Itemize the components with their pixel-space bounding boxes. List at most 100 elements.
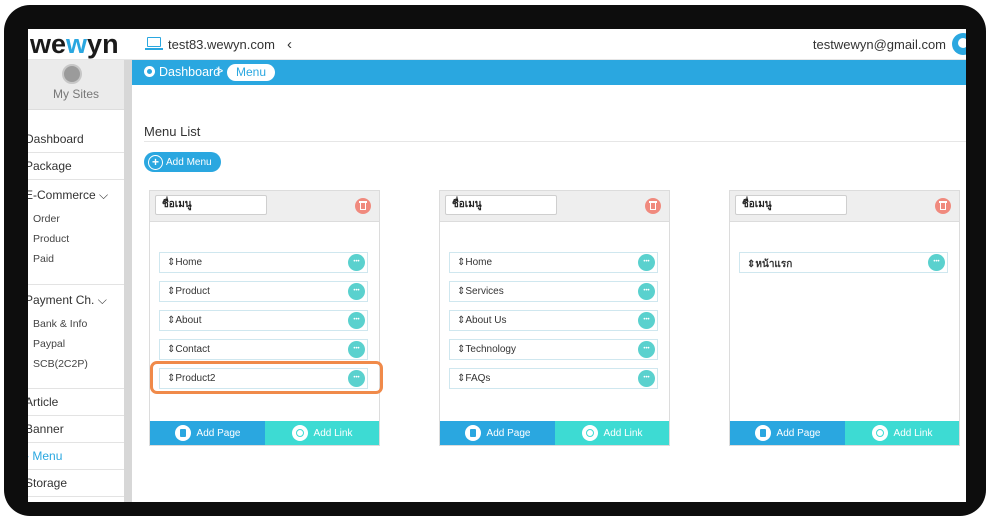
breadcrumb-dashboard[interactable]: Dashboard: [159, 65, 220, 79]
menu-item-label: ⇕Technology: [457, 344, 516, 355]
more-options-icon[interactable]: [638, 254, 655, 271]
globe-icon: [62, 64, 82, 84]
more-options-icon[interactable]: [348, 341, 365, 358]
monitor-icon: [145, 37, 163, 51]
more-options-icon[interactable]: [638, 341, 655, 358]
site-selector[interactable]: test83.wewyn.com ‹: [145, 35, 292, 53]
breadcrumb-current: Menu: [227, 64, 276, 81]
divider: [28, 284, 124, 285]
menu-card-header: ชื่อเมนู: [730, 191, 959, 222]
breadcrumb-separator: >: [216, 64, 224, 78]
menu-card: ชื่อเมนู ⇕Home ⇕Product ⇕About ⇕Contact …: [149, 190, 383, 446]
menu-item[interactable]: ⇕หน้าแรก: [739, 252, 948, 273]
divider: [28, 496, 124, 497]
page-title: Menu List: [144, 124, 201, 139]
menu-item[interactable]: ⇕Technology: [449, 339, 658, 360]
my-sites-label: My Sites: [52, 87, 99, 101]
sidebar-scrollbar[interactable]: [124, 60, 132, 502]
plus-icon: +: [148, 154, 163, 170]
menu-item[interactable]: ⇕Services: [449, 281, 658, 302]
menu-item-label: ⇕Product: [167, 286, 210, 297]
user-email[interactable]: testwewyn@gmail.com: [813, 37, 946, 52]
more-options-icon[interactable]: [348, 312, 365, 329]
divider: [144, 141, 966, 142]
divider: [28, 152, 124, 153]
device-frame: wewyn test83.wewyn.com ‹ testwewyn@gmail…: [4, 5, 986, 516]
sidebar-item-menu[interactable]: › Menu: [28, 449, 62, 463]
menu-item[interactable]: ⇕Contact: [159, 339, 368, 360]
menu-item[interactable]: ⇕Home: [159, 252, 368, 273]
delete-menu-icon[interactable]: [355, 198, 371, 214]
add-page-icon: [464, 425, 481, 441]
site-domain: test83.wewyn.com: [168, 36, 275, 52]
menu-item[interactable]: ⇕Home: [449, 252, 658, 273]
add-link-button[interactable]: Add Link: [845, 421, 959, 445]
app-screen: wewyn test83.wewyn.com ‹ testwewyn@gmail…: [28, 29, 966, 502]
sidebar-item-dashboard[interactable]: Dashboard: [28, 132, 84, 146]
menu-name-input[interactable]: ชื่อเมนู: [735, 195, 847, 215]
delete-menu-icon[interactable]: [935, 198, 951, 214]
menu-item[interactable]: ⇕About Us: [449, 310, 658, 331]
add-page-icon: [174, 425, 191, 441]
divider: [28, 388, 124, 389]
menu-item-label: ⇕Home: [167, 257, 203, 268]
add-page-button[interactable]: Add Page: [730, 421, 845, 445]
add-link-button[interactable]: Add Link: [265, 421, 379, 445]
sidebar-item-scb[interactable]: SCB(2C2P): [33, 358, 88, 370]
sidebar-item-bank-info[interactable]: Bank & Info: [33, 318, 87, 330]
add-link-button[interactable]: Add Link: [555, 421, 669, 445]
divider: [28, 415, 124, 416]
sidebar-item-storage[interactable]: Storage: [28, 476, 67, 490]
menu-item[interactable]: ⇕About: [159, 310, 368, 331]
sidebar: My Sites Dashboard Package E-Commerce ⌵ …: [28, 60, 132, 502]
menu-item[interactable]: ⇕FAQs: [449, 368, 658, 389]
divider: [28, 442, 124, 443]
sidebar-item-package[interactable]: Package: [28, 159, 72, 173]
breadcrumb: Dashboard > Menu: [132, 60, 966, 85]
divider: [28, 179, 124, 180]
more-options-icon[interactable]: [638, 312, 655, 329]
my-sites-button[interactable]: My Sites: [28, 60, 124, 110]
sidebar-item-product[interactable]: Product: [33, 233, 69, 245]
sidebar-item-banner[interactable]: Banner: [28, 422, 64, 436]
more-options-icon[interactable]: [928, 254, 945, 271]
sidebar-item-ecommerce[interactable]: E-Commerce ⌵: [28, 188, 108, 203]
top-bar: wewyn test83.wewyn.com ‹ testwewyn@gmail…: [28, 29, 966, 60]
add-link-icon: [581, 425, 598, 441]
menu-card-header: ชื่อเมนู: [440, 191, 669, 222]
add-link-icon: [871, 425, 888, 441]
menu-card: ชื่อเมนู ⇕หน้าแรก Add Page Add Link: [729, 190, 960, 446]
collapse-sidebar-button[interactable]: ‹: [287, 36, 292, 53]
sidebar-item-order[interactable]: Order: [33, 213, 60, 225]
more-options-icon[interactable]: [348, 254, 365, 271]
add-page-button[interactable]: Add Page: [440, 421, 555, 445]
add-page-icon: [754, 425, 771, 441]
menu-card-header: ชื่อเมนู: [150, 191, 379, 222]
sidebar-item-paypal[interactable]: Paypal: [33, 338, 65, 350]
more-options-icon[interactable]: [638, 283, 655, 300]
menu-item-label: ⇕Home: [457, 257, 493, 268]
menu-item-label: ⇕About: [167, 315, 202, 326]
more-options-icon[interactable]: [638, 370, 655, 387]
menu-item[interactable]: ⇕Product: [159, 281, 368, 302]
menu-card: ชื่อเมนู ⇕Home ⇕Services ⇕About Us ⇕Tech…: [439, 190, 670, 446]
sidebar-item-article[interactable]: Article: [28, 395, 58, 409]
menu-name-input[interactable]: ชื่อเมนู: [155, 195, 267, 215]
more-options-icon[interactable]: [348, 283, 365, 300]
menu-item-label: ⇕About Us: [457, 315, 507, 326]
logo[interactable]: wewyn: [30, 29, 119, 59]
sidebar-item-paid[interactable]: Paid: [33, 253, 54, 265]
menu-item-label: ⇕Services: [457, 286, 504, 297]
delete-menu-icon[interactable]: [645, 198, 661, 214]
menu-item-label: ⇕หน้าแรก: [747, 259, 793, 270]
menu-item-label: ⇕FAQs: [457, 373, 491, 384]
avatar[interactable]: [952, 33, 966, 55]
menu-item-label: ⇕Contact: [167, 344, 210, 355]
add-page-button[interactable]: Add Page: [150, 421, 265, 445]
dashboard-icon: [144, 66, 155, 77]
highlight-annotation: [150, 361, 383, 394]
sidebar-item-payment[interactable]: Payment Ch. ⌵: [28, 293, 107, 308]
add-link-icon: [291, 425, 308, 441]
menu-name-input[interactable]: ชื่อเมนู: [445, 195, 557, 215]
add-menu-button[interactable]: + Add Menu: [144, 152, 221, 172]
